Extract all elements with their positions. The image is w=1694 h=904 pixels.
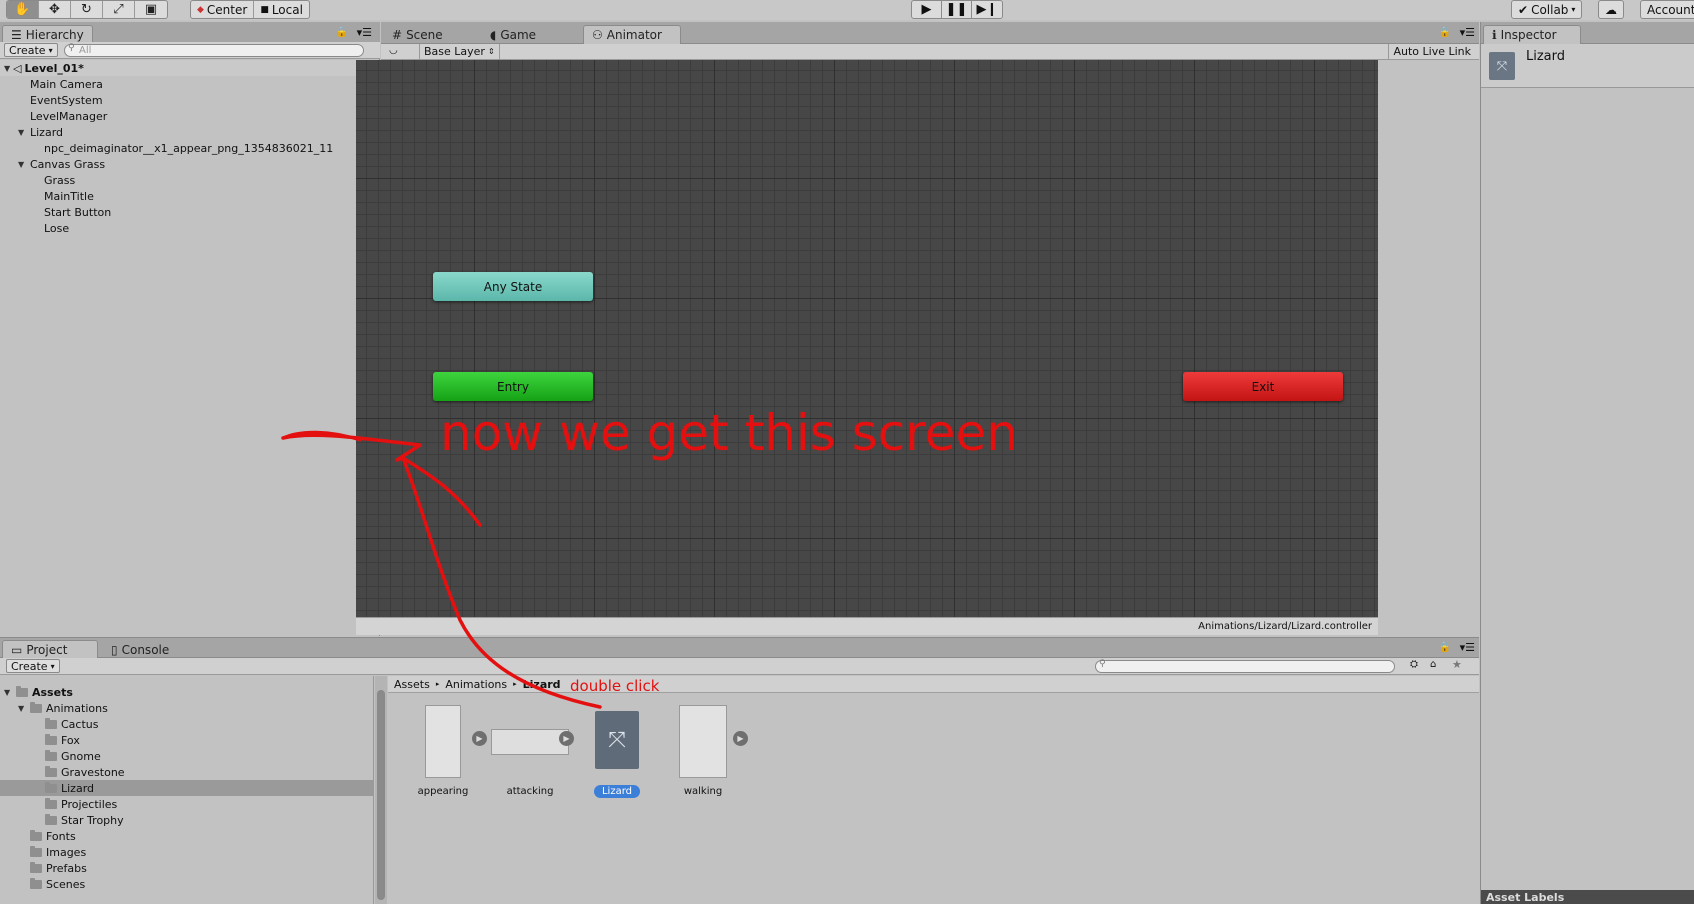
annotation-arrow bbox=[281, 433, 602, 709]
annotation-double-click: double click bbox=[570, 677, 660, 695]
annotation-note: now we get this screen bbox=[440, 404, 1018, 462]
